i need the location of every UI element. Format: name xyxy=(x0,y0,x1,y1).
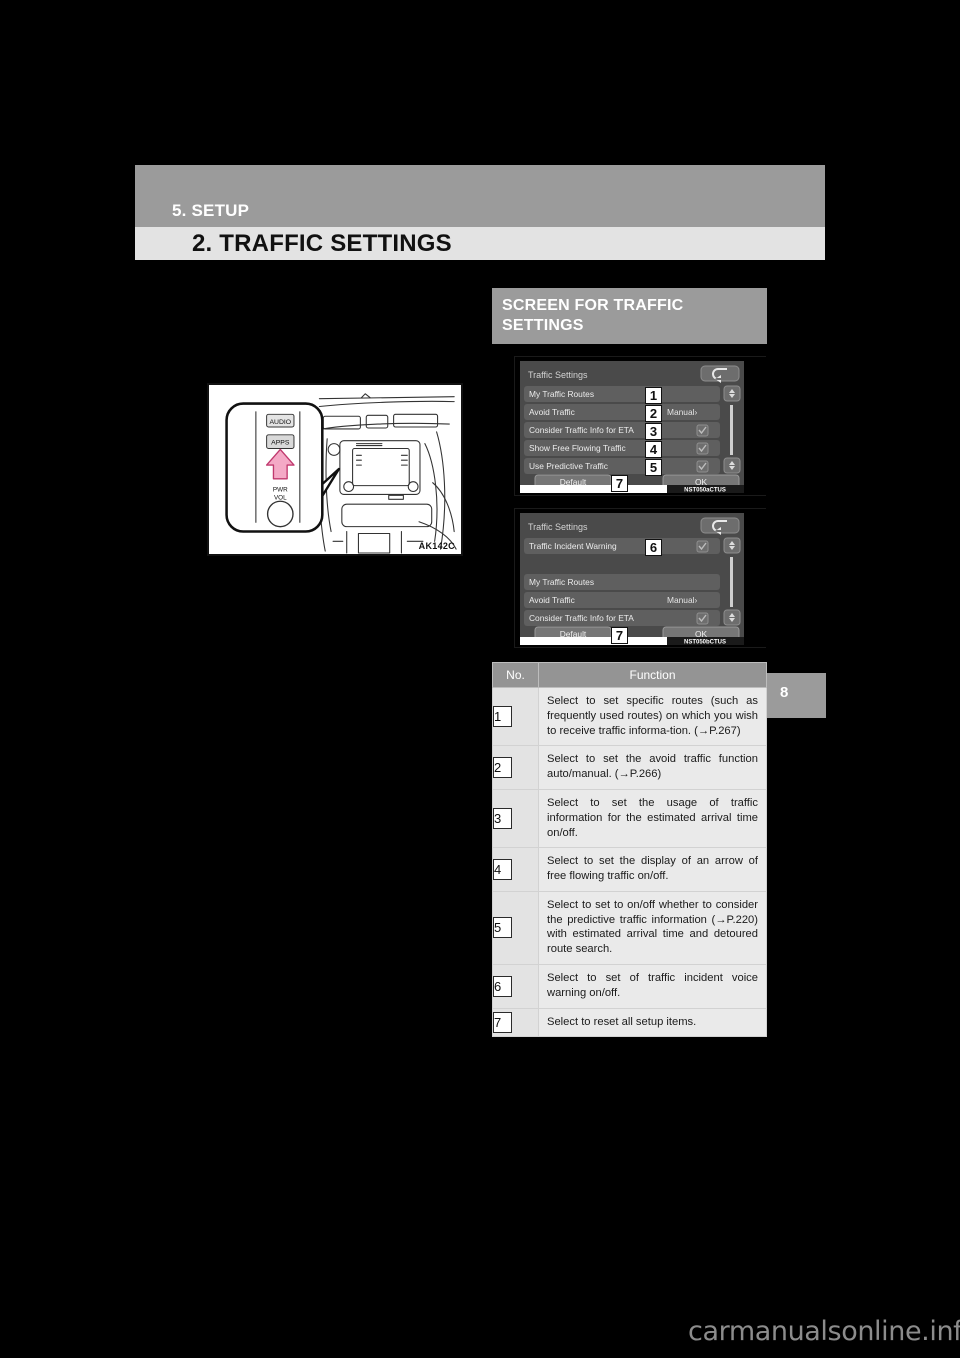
right-column: SCREEN FOR TRAFFIC SETTINGS Traffic Sett… xyxy=(492,288,767,1038)
screen-a-row-2-label: Consider Traffic Info for ETA xyxy=(529,425,634,435)
screen-b-row-4-label: Consider Traffic Info for ETA xyxy=(529,613,634,623)
dashboard-illustration: AUDIO APPS PWR VOL AK142C xyxy=(207,383,463,556)
table-row: 6 Select to set of traffic incident voic… xyxy=(492,963,767,1009)
number-badge: 5 xyxy=(493,917,512,939)
number-badge: 3 xyxy=(493,808,512,830)
svg-text:VOL: VOL xyxy=(274,494,287,501)
watermark: carmanualsonline.info xyxy=(688,1316,960,1347)
table-row: 7 Select to reset all setup items. xyxy=(492,1007,767,1038)
row-number-cell: 7 xyxy=(492,1007,539,1038)
chapter-bar: 5. SETUP xyxy=(135,165,825,227)
subsection-heading-line2: SETTINGS xyxy=(502,316,584,334)
screen-a-code: NST050aCTUS xyxy=(684,488,726,494)
callout-7-b: 7 xyxy=(611,627,628,645)
callout-4: 4 xyxy=(645,441,662,459)
screen-a-row-4-label: Use Predictive Traffic xyxy=(529,461,608,471)
row-description: Select to set the usage of traffic infor… xyxy=(538,788,767,849)
screen-a-row-0-label: My Traffic Routes xyxy=(529,389,594,399)
subsection-heading: SCREEN FOR TRAFFIC SETTINGS xyxy=(492,288,767,345)
row-description: Select to set specific routes (such as f… xyxy=(538,687,767,747)
row-number-cell: 2 xyxy=(492,745,539,790)
table-row: 2 Select to set the avoid traffic functi… xyxy=(492,745,767,790)
apps-button-label: APPS xyxy=(271,440,290,447)
table-row: 3 Select to set the usage of traffic inf… xyxy=(492,788,767,849)
callout-2: 2 xyxy=(645,405,662,423)
callout-3: 3 xyxy=(645,423,662,441)
screen-b-title: Traffic Settings xyxy=(528,522,588,532)
traffic-settings-screen-b: Traffic Settings Traffic Incident Warnin… xyxy=(514,508,767,649)
row-number-cell: 5 xyxy=(492,890,539,965)
table-row: 5 Select to set to on/off whether to con… xyxy=(492,890,767,965)
column-header-function: Function xyxy=(538,662,767,689)
page-title: 2. TRAFFIC SETTINGS xyxy=(192,230,452,257)
number-badge: 6 xyxy=(493,975,512,997)
number-badge: 7 xyxy=(493,1011,512,1033)
table-header-row: No. Function xyxy=(492,662,767,689)
screen-a-row-1-value: Manual› xyxy=(667,407,697,417)
row-number-cell: 1 xyxy=(492,687,539,747)
callout-5: 5 xyxy=(645,459,662,477)
illustration-code: AK142C xyxy=(418,541,455,551)
chapter-thumb-tab: 8 xyxy=(766,673,826,718)
callout-6: 6 xyxy=(645,539,662,557)
screen-a-row-1-label: Avoid Traffic xyxy=(529,407,575,417)
screen-a-row-3-label: Show Free Flowing Traffic xyxy=(529,443,626,453)
row-number-cell: 4 xyxy=(492,847,539,892)
number-badge: 2 xyxy=(493,757,512,779)
row-description: Select to set of traffic incident voice … xyxy=(538,963,767,1009)
subsection-heading-line1: SCREEN FOR TRAFFIC xyxy=(502,297,684,314)
number-badge: 1 xyxy=(493,706,512,728)
column-header-no: No. xyxy=(492,662,539,689)
screen-b-row-0-label: Traffic Incident Warning xyxy=(529,541,617,551)
chapter-label: 5. SETUP xyxy=(172,201,250,220)
row-description: Select to set to on/off whether to consi… xyxy=(538,890,767,965)
row-number-cell: 6 xyxy=(492,963,539,1009)
row-number-cell: 3 xyxy=(492,788,539,849)
callout-7-a: 7 xyxy=(611,475,628,493)
screen-b-code: NST050bCTUS xyxy=(684,640,726,646)
section-bar: 2. TRAFFIC SETTINGS xyxy=(135,227,825,260)
callout-1: 1 xyxy=(645,387,662,405)
table-row: 1 Select to set specific routes (such as… xyxy=(492,687,767,747)
function-table: No. Function 1 Select to set specific ro… xyxy=(492,662,767,1038)
number-badge: 4 xyxy=(493,859,512,881)
row-description: Select to set the avoid traffic function… xyxy=(538,745,767,790)
traffic-settings-screen-a: Traffic Settings My Traffic Routes Avoid… xyxy=(514,356,767,497)
row-description: Select to reset all setup items. xyxy=(538,1007,767,1038)
svg-text:PWR: PWR xyxy=(273,486,288,493)
row-description: Select to set the display of an arrow of… xyxy=(538,847,767,892)
screen-b-row-3-label: Avoid Traffic xyxy=(529,595,575,605)
table-row: 4 Select to set the display of an arrow … xyxy=(492,847,767,892)
screen-b-row-2-label: My Traffic Routes xyxy=(529,577,594,587)
screen-b-row-3-value: Manual› xyxy=(667,595,697,605)
audio-button-label: AUDIO xyxy=(269,419,291,426)
screen-a-title: Traffic Settings xyxy=(528,370,588,380)
chapter-tab-number: 8 xyxy=(780,684,789,701)
